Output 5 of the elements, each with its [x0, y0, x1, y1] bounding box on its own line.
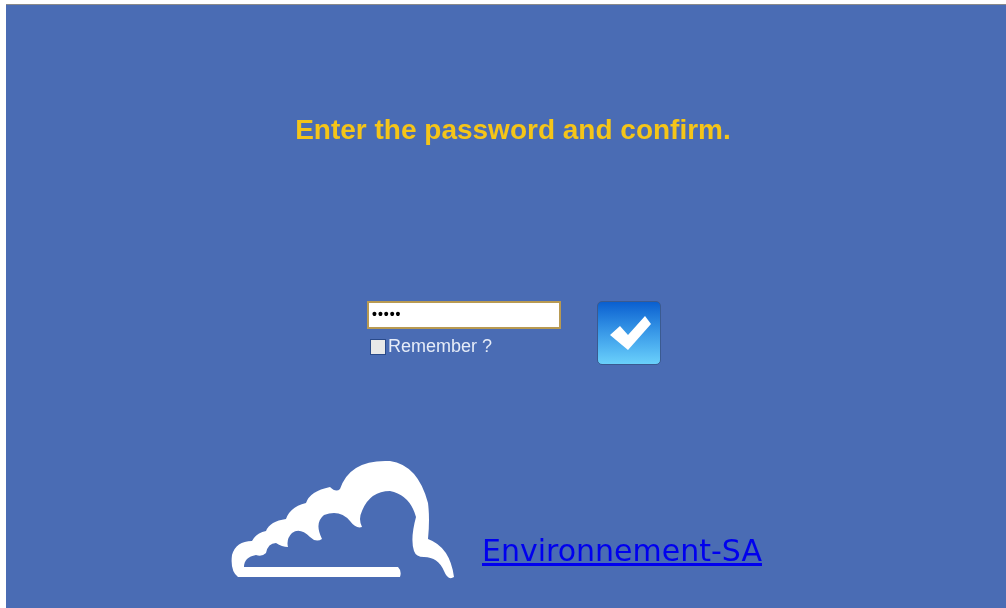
instruction-heading: Enter the password and confirm.: [295, 113, 731, 147]
remember-checkbox[interactable]: [370, 338, 386, 355]
confirm-button[interactable]: [597, 301, 661, 365]
password-field[interactable]: •••••: [367, 301, 561, 329]
remember-label: Remember ?: [388, 335, 493, 358]
